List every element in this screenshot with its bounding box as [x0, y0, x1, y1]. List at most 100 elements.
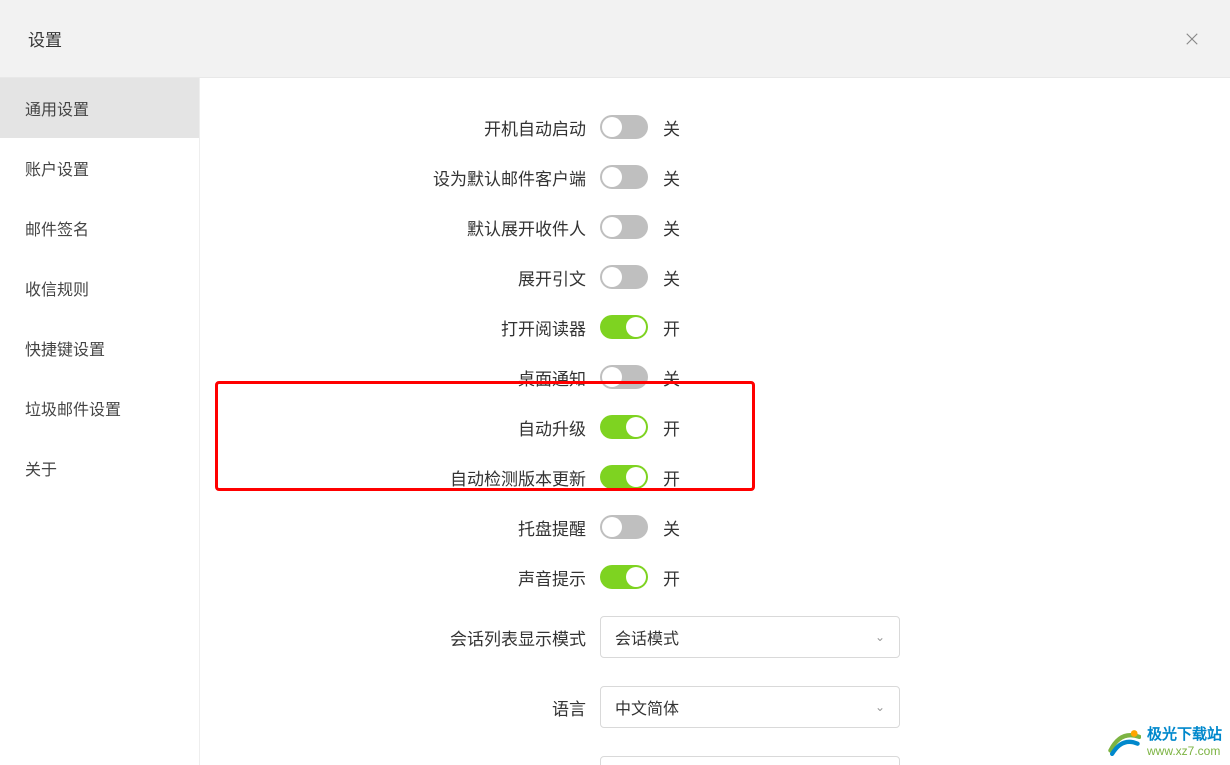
- toggle-state: 关: [663, 265, 680, 290]
- toggle-knob: [602, 267, 622, 287]
- sidebar-item-label: 垃圾邮件设置: [25, 396, 121, 420]
- setting-label: 开机自动启动: [200, 115, 600, 140]
- sidebar-item-spam[interactable]: 垃圾邮件设置: [0, 378, 199, 438]
- toggle-tray-reminder[interactable]: [600, 515, 648, 539]
- setting-row-conversation-mode: 会话列表显示模式 会话模式 ⌄: [200, 602, 1230, 672]
- toggle-state: 开: [663, 315, 680, 340]
- setting-row-tray-reminder: 托盘提醒 关: [200, 502, 1230, 552]
- settings-sidebar: 通用设置 账户设置 邮件签名 收信规则 快捷键设置 垃圾邮件设置 关于: [0, 78, 200, 765]
- toggle-expand-quote[interactable]: [600, 265, 648, 289]
- sidebar-item-label: 关于: [25, 456, 57, 480]
- sidebar-item-about[interactable]: 关于: [0, 438, 199, 498]
- sidebar-item-label: 通用设置: [25, 96, 89, 120]
- toggle-state: 关: [663, 165, 680, 190]
- setting-label: 会话列表显示模式: [200, 625, 600, 650]
- toggle-knob: [602, 367, 622, 387]
- setting-control: 开: [600, 415, 680, 440]
- dialog-header: 设置: [0, 0, 1230, 78]
- sidebar-item-label: 账户设置: [25, 156, 89, 180]
- setting-control: 关: [600, 215, 680, 240]
- setting-row-open-reader: 打开阅读器 开: [200, 302, 1230, 352]
- setting-label: 自动检测版本更新: [200, 465, 600, 490]
- sidebar-item-label: 快捷键设置: [25, 336, 105, 360]
- toggle-knob: [626, 317, 646, 337]
- setting-label: 语言: [200, 695, 600, 720]
- toggle-open-reader[interactable]: [600, 315, 648, 339]
- toggle-desktop-notify[interactable]: [600, 365, 648, 389]
- setting-control: 关: [600, 165, 680, 190]
- select-language[interactable]: 中文简体 ⌄: [600, 686, 900, 728]
- setting-label: 托盘提醒: [200, 515, 600, 540]
- setting-row-default-client: 设为默认邮件客户端 关: [200, 152, 1230, 202]
- toggle-knob: [626, 467, 646, 487]
- dialog-body: 通用设置 账户设置 邮件签名 收信规则 快捷键设置 垃圾邮件设置 关于: [0, 78, 1230, 765]
- setting-row-auto-check-update: 自动检测版本更新 开: [200, 452, 1230, 502]
- toggle-state: 关: [663, 365, 680, 390]
- watermark-text: 极光下载站 www.xz7.com: [1147, 726, 1222, 758]
- watermark-url: www.xz7.com: [1147, 744, 1222, 758]
- setting-row-expand-quote: 展开引文 关: [200, 252, 1230, 302]
- setting-control: 开: [600, 565, 680, 590]
- setting-row-desktop-notify: 桌面通知 关: [200, 352, 1230, 402]
- watermark-logo-icon: [1107, 725, 1141, 759]
- setting-row-global-zoom: 全局缩放 150% ⌄: [200, 742, 1230, 765]
- setting-label: 默认展开收件人: [200, 215, 600, 240]
- setting-row-language: 语言 中文简体 ⌄: [200, 672, 1230, 742]
- sidebar-item-shortcuts[interactable]: 快捷键设置: [0, 318, 199, 378]
- toggle-knob: [602, 167, 622, 187]
- toggle-auto-upgrade[interactable]: [600, 415, 648, 439]
- sidebar-item-label: 收信规则: [25, 276, 89, 300]
- toggle-state: 关: [663, 515, 680, 540]
- setting-control: 关: [600, 515, 680, 540]
- sidebar-item-label: 邮件签名: [25, 216, 89, 240]
- setting-row-auto-upgrade: 自动升级 开: [200, 402, 1230, 452]
- setting-control: 中文简体 ⌄: [600, 686, 900, 728]
- close-icon: [1183, 30, 1201, 48]
- setting-control: 开: [600, 315, 680, 340]
- toggle-knob: [602, 117, 622, 137]
- toggle-auto-check-update[interactable]: [600, 465, 648, 489]
- toggle-state: 关: [663, 215, 680, 240]
- toggle-knob: [602, 517, 622, 537]
- toggle-knob: [626, 417, 646, 437]
- setting-control: 会话模式 ⌄: [600, 616, 900, 658]
- sidebar-item-general[interactable]: 通用设置: [0, 78, 199, 138]
- setting-row-expand-recipients: 默认展开收件人 关: [200, 202, 1230, 252]
- chevron-down-icon: ⌄: [875, 630, 885, 644]
- toggle-state: 开: [663, 415, 680, 440]
- watermark-name: 极光下载站: [1147, 726, 1222, 744]
- setting-row-sound-alert: 声音提示 开: [200, 552, 1230, 602]
- toggle-state: 开: [663, 465, 680, 490]
- toggle-state: 关: [663, 115, 680, 140]
- setting-control: 开: [600, 465, 680, 490]
- select-global-zoom[interactable]: 150% ⌄: [600, 756, 900, 765]
- sidebar-item-receive-rules[interactable]: 收信规则: [0, 258, 199, 318]
- toggle-sound-alert[interactable]: [600, 565, 648, 589]
- settings-content: 开机自动启动 关 设为默认邮件客户端 关 默认展开收件人 关: [200, 78, 1230, 765]
- toggle-state: 开: [663, 565, 680, 590]
- setting-label: 设为默认邮件客户端: [200, 165, 600, 190]
- toggle-autostart[interactable]: [600, 115, 648, 139]
- close-button[interactable]: [1182, 29, 1202, 49]
- setting-row-autostart: 开机自动启动 关: [200, 102, 1230, 152]
- setting-label: 桌面通知: [200, 365, 600, 390]
- sidebar-item-account[interactable]: 账户设置: [0, 138, 199, 198]
- toggle-default-client[interactable]: [600, 165, 648, 189]
- setting-control: 关: [600, 365, 680, 390]
- sidebar-item-signature[interactable]: 邮件签名: [0, 198, 199, 258]
- dialog-title: 设置: [28, 26, 62, 51]
- setting-label: 展开引文: [200, 265, 600, 290]
- select-value: 会话模式: [615, 625, 679, 649]
- chevron-down-icon: ⌄: [875, 700, 885, 714]
- select-conversation-mode[interactable]: 会话模式 ⌄: [600, 616, 900, 658]
- setting-control: 关: [600, 265, 680, 290]
- select-value: 中文简体: [615, 695, 679, 719]
- setting-label: 声音提示: [200, 565, 600, 590]
- settings-dialog: 设置 通用设置 账户设置 邮件签名 收信规则 快捷键设置: [0, 0, 1230, 765]
- toggle-expand-recipients[interactable]: [600, 215, 648, 239]
- setting-control: 150% ⌄: [600, 756, 900, 765]
- toggle-knob: [626, 567, 646, 587]
- watermark: 极光下载站 www.xz7.com: [1107, 725, 1222, 759]
- setting-label: 打开阅读器: [200, 315, 600, 340]
- toggle-knob: [602, 217, 622, 237]
